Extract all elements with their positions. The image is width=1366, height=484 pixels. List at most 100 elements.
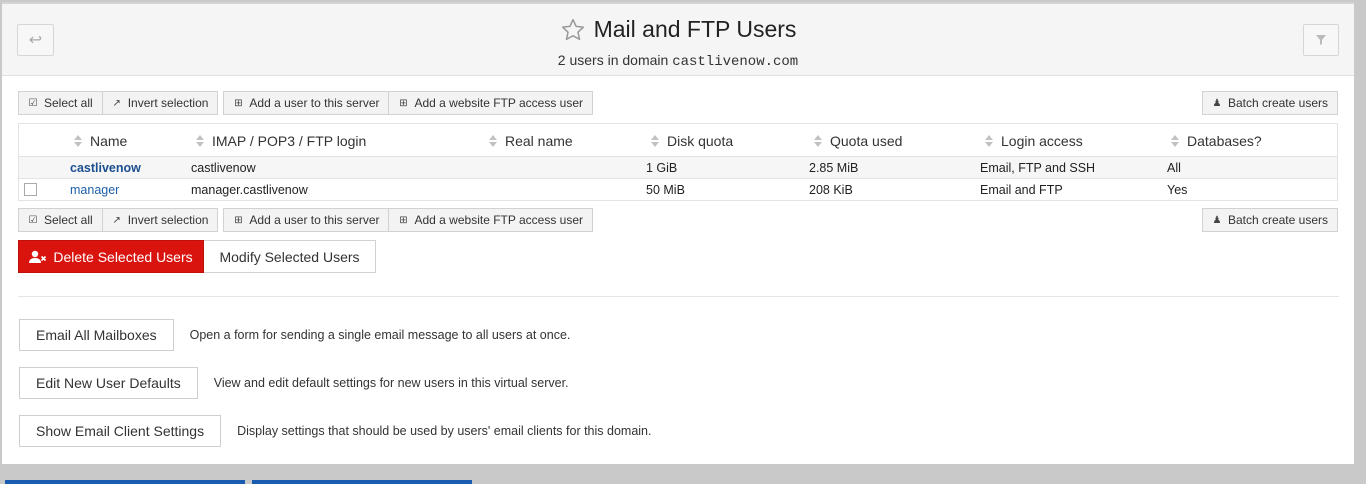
bottom-toolbar: ☑ Select all ↗ Invert selection ⊞ Add a use… [18,208,598,232]
add-user-label: Add a user to this server [249,213,380,227]
share-square-icon: ↗ [112,97,121,109]
email-all-mailboxes-desc: Open a form for sending a single email m… [189,328,571,342]
check-square-icon: ☑ [28,214,38,226]
select-all-button[interactable]: ☑ Select all [19,209,103,231]
add-ftp-user-label: Add a website FTP access user [414,96,584,110]
col-login[interactable]: IMAP / POP3 / FTP login [196,124,366,157]
user-icon: ♟ [1212,214,1222,226]
show-email-client-settings-button[interactable]: Show Email Client Settings [19,415,222,447]
star-icon[interactable] [560,17,586,43]
plus-square-icon: ⊞ [234,97,243,109]
plus-square-icon: ⊞ [399,97,408,109]
share-square-icon: ↗ [112,214,121,226]
table-row[interactable]: castlivenow castlivenow 1 GiB 2.85 MiB E… [19,157,1337,179]
invert-selection-label: Invert selection [127,213,209,227]
cell-quota-used: 208 KiB [809,182,853,197]
col-quota-used[interactable]: Quota used [814,124,902,157]
col-databases[interactable]: Databases? [1171,124,1262,157]
table-header: Name IMAP / POP3 / FTP login Real name D… [19,124,1337,157]
email-all-mailboxes-button[interactable]: Email All Mailboxes [19,319,174,351]
user-link[interactable]: castlivenow [70,161,141,175]
cell-quota-used: 2.85 MiB [809,160,859,175]
sort-icon [651,134,659,147]
add-user-label: Add a user to this server [249,96,380,110]
selection-group: ☑ Select all ↗ Invert selection [18,91,219,115]
add-ftp-user-label: Add a website FTP access user [414,213,584,227]
col-login-access[interactable]: Login access [985,124,1083,157]
filter-icon [1316,35,1326,45]
col-real-name-label: Real name [505,132,573,149]
option-new-user-defaults: Edit New User Defaults View and edit def… [19,367,569,399]
sort-icon [1171,134,1179,147]
invert-selection-button[interactable]: ↗ Invert selection [103,92,218,114]
batch-create-group: ♟ Batch create users [1201,91,1338,115]
batch-create-button[interactable]: ♟ Batch create users [1203,209,1337,231]
page-header: ↩ Mail and FTP Users 2 users in domain c… [2,4,1354,76]
cell-databases: All [1167,160,1181,175]
section-divider [18,296,1339,297]
col-login-label: IMAP / POP3 / FTP login [212,132,367,149]
cell-name: manager [70,179,119,200]
add-ftp-user-button[interactable]: ⊞ Add a website FTP access user [389,92,592,114]
col-disk-quota[interactable]: Disk quota [651,124,733,157]
invert-selection-label: Invert selection [127,96,209,110]
option-email-all: Email All Mailboxes Open a form for send… [19,319,570,351]
batch-create-group: ♟ Batch create users [1201,208,1338,232]
delete-selected-users-label: Delete Selected Users [53,248,193,265]
cell-login: castlivenow [191,160,256,175]
domain-name: castlivenow.com [672,53,799,70]
batch-create-label: Batch create users [1227,213,1328,227]
user-times-icon [29,250,47,263]
selection-group: ☑ Select all ↗ Invert selection [18,208,219,232]
add-user-button[interactable]: ⊞ Add a user to this server [224,92,390,114]
batch-create-label: Batch create users [1227,96,1328,110]
cell-disk-quota: 50 MiB [646,182,685,197]
main-panel: ↩ Mail and FTP Users 2 users in domain c… [2,2,1354,464]
user-link[interactable]: manager [70,183,119,197]
bottom-tab-left[interactable] [5,480,245,484]
filter-button[interactable] [1303,24,1339,56]
sort-icon [196,134,204,147]
option-client-settings: Show Email Client Settings Display setti… [19,415,651,447]
add-user-button[interactable]: ⊞ Add a user to this server [224,209,390,231]
sort-icon [489,134,497,147]
subtitle-text: 2 users in domain [557,51,673,68]
edit-new-user-defaults-button[interactable]: Edit New User Defaults [19,367,198,399]
select-all-label: Select all [44,213,93,227]
row-select-checkbox[interactable] [24,183,37,196]
sort-icon [74,134,82,147]
add-group: ⊞ Add a user to this server ⊞ Add a websit… [223,208,594,232]
col-disk-quota-label: Disk quota [667,132,734,149]
col-login-access-label: Login access [1001,132,1083,149]
show-email-client-settings-desc: Display settings that should be used by … [237,424,652,438]
batch-create-button[interactable]: ♟ Batch create users [1203,92,1337,114]
col-name-label: Name [90,132,128,149]
invert-selection-button[interactable]: ↗ Invert selection [103,209,218,231]
cell-login: manager.castlivenow [191,182,308,197]
user-icon: ♟ [1212,97,1222,109]
edit-new-user-defaults-desc: View and edit default settings for new u… [213,376,569,390]
plus-square-icon: ⊞ [399,214,408,226]
table-row[interactable]: manager manager.castlivenow 50 MiB 208 K… [19,179,1337,201]
delete-selected-users-button[interactable]: Delete Selected Users [18,240,204,273]
title-area: Mail and FTP Users 2 users in domain cas… [2,16,1354,70]
select-all-label: Select all [44,96,93,110]
page-title: Mail and FTP Users [593,16,797,42]
top-toolbar: ☑ Select all ↗ Invert selection ⊞ Add a use… [18,91,598,115]
bottom-tab-right[interactable] [252,480,472,484]
row-select-checkbox-cell [24,179,37,200]
col-name[interactable]: Name [74,124,127,157]
cell-login-access: Email, FTP and SSH [980,160,1096,175]
add-group: ⊞ Add a user to this server ⊞ Add a websit… [223,91,594,115]
users-table: Name IMAP / POP3 / FTP login Real name D… [18,123,1338,201]
add-ftp-user-button[interactable]: ⊞ Add a website FTP access user [389,209,592,231]
cell-databases: Yes [1167,182,1188,197]
select-all-button[interactable]: ☑ Select all [19,92,103,114]
sort-icon [814,134,822,147]
col-quota-used-label: Quota used [830,132,903,149]
col-real-name[interactable]: Real name [489,124,573,157]
cell-login-access: Email and FTP [980,182,1063,197]
sort-icon [985,134,993,147]
modify-selected-users-button[interactable]: Modify Selected Users [204,240,376,273]
cell-name: castlivenow [70,157,141,178]
